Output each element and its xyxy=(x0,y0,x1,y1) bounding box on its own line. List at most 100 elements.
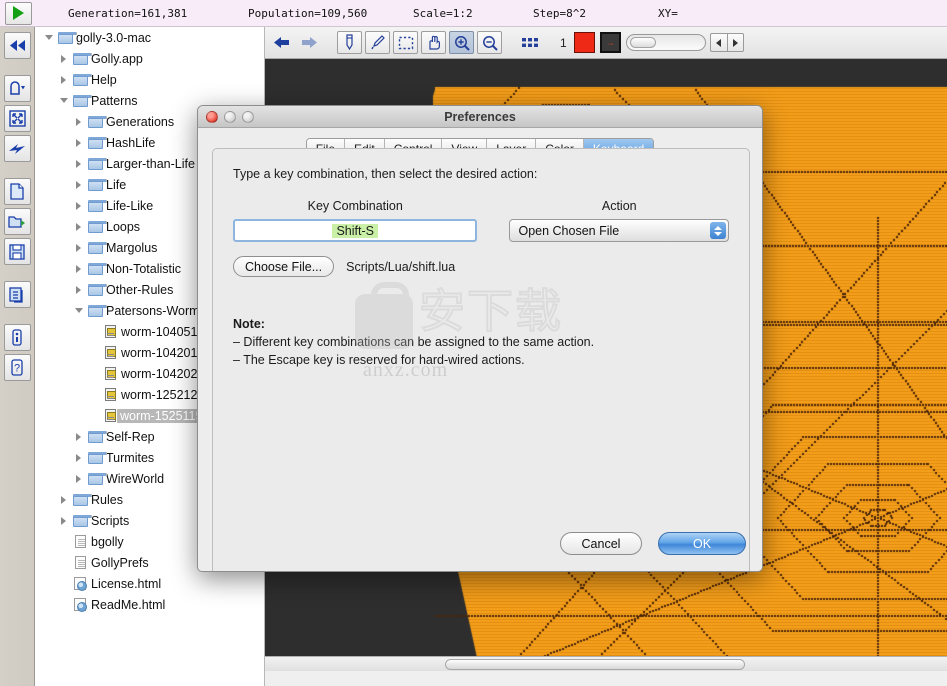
dialog-titlebar[interactable]: Preferences xyxy=(198,106,762,128)
disclosure-triangle-closed[interactable] xyxy=(57,54,70,63)
disclosure-triangle-open[interactable] xyxy=(72,308,85,313)
tree-item-label: Life-Like xyxy=(106,198,154,213)
back-button[interactable] xyxy=(269,31,294,54)
play-button[interactable] xyxy=(5,1,32,25)
step-increase-button[interactable] xyxy=(726,33,744,52)
forward-button[interactable] xyxy=(297,31,322,54)
tree-item[interactable]: Golly.app xyxy=(35,48,264,69)
tree-item[interactable]: ReadMe.html xyxy=(35,594,264,615)
hand-pan-icon xyxy=(428,35,440,50)
step-decrease-button[interactable] xyxy=(709,33,727,52)
tree-item-icon xyxy=(55,31,77,44)
tree-item-icon xyxy=(85,178,107,191)
note-line-2: – The Escape key is reserved for hard-wi… xyxy=(233,353,525,367)
status-fields: Generation=161,381 Population=109,560 Sc… xyxy=(68,7,748,20)
zoom-in-button[interactable] xyxy=(449,31,474,54)
show-patterns-button[interactable] xyxy=(3,281,31,308)
rule-file-icon xyxy=(104,346,116,359)
save-pattern-button[interactable] xyxy=(3,238,31,265)
pick-tool-button[interactable] xyxy=(365,31,390,54)
key-combination-input[interactable]: Shift-S xyxy=(233,219,478,242)
tree-item[interactable]: golly-3.0-mac xyxy=(35,27,264,48)
tree-item[interactable]: Help xyxy=(35,69,264,90)
action-select[interactable]: Open Chosen File xyxy=(509,219,729,242)
svg-text:?: ? xyxy=(14,363,20,375)
ok-button[interactable]: OK xyxy=(658,532,746,555)
disclosure-triangle-closed[interactable] xyxy=(72,474,85,483)
folder-icon xyxy=(72,514,92,527)
folder-icon xyxy=(87,241,107,254)
disclosure-triangle-open[interactable] xyxy=(42,35,55,40)
select-tool-button[interactable] xyxy=(393,31,418,54)
disclosure-triangle-closed[interactable] xyxy=(72,264,85,273)
tree-item-label: ReadMe.html xyxy=(91,597,166,612)
tree-item-icon xyxy=(70,73,92,86)
stepper-updown-icon[interactable] xyxy=(710,222,726,239)
cancel-button[interactable]: Cancel xyxy=(560,532,642,555)
disclosure-triangle-closed[interactable] xyxy=(72,201,85,210)
scrollbar-thumb[interactable] xyxy=(445,659,745,670)
preferences-dialog: Preferences FileEditControlViewLayerColo… xyxy=(197,105,763,572)
disclosure-triangle-closed[interactable] xyxy=(72,222,85,231)
tree-item-label: Golly.app xyxy=(91,51,143,66)
slider-knob[interactable] xyxy=(629,37,656,48)
folder-icon xyxy=(87,157,107,170)
tree-item-label: WireWorld xyxy=(106,471,165,486)
disclosure-triangle-closed[interactable] xyxy=(57,495,70,504)
tree-item-label: Generations xyxy=(106,114,175,129)
tree-item-label: Loops xyxy=(106,219,141,234)
choose-file-button[interactable]: Choose File... xyxy=(233,256,335,277)
tree-item-label: HashLife xyxy=(106,135,156,150)
disclosure-triangle-closed[interactable] xyxy=(72,285,85,294)
info-button[interactable] xyxy=(3,324,31,351)
folder-icon xyxy=(72,73,92,86)
fit-icon xyxy=(8,110,26,127)
tree-item[interactable]: License.html xyxy=(35,573,264,594)
save-icon xyxy=(9,243,25,260)
primary-color-swatch[interactable] xyxy=(573,32,595,53)
new-file-icon xyxy=(10,183,24,200)
disclosure-triangle-closed[interactable] xyxy=(57,75,70,84)
folder-icon xyxy=(87,430,107,443)
fit-pattern-button[interactable] xyxy=(3,105,31,132)
disclosure-triangle-closed[interactable] xyxy=(72,159,85,168)
disclosure-triangle-closed[interactable] xyxy=(72,138,85,147)
disclosure-triangle-closed[interactable] xyxy=(72,432,85,441)
folder-icon xyxy=(87,199,107,212)
disclosure-triangle-open[interactable] xyxy=(57,98,70,103)
disclosure-triangle-closed[interactable] xyxy=(72,180,85,189)
folder-icon xyxy=(87,472,107,485)
tree-item-label: Larger-than-Life xyxy=(106,156,195,171)
secondary-color-swatch[interactable] xyxy=(599,32,621,53)
hyperspeed-button[interactable] xyxy=(3,135,31,162)
speed-slider[interactable] xyxy=(625,34,706,51)
help-button[interactable]: ? xyxy=(3,354,31,381)
tree-item-icon xyxy=(100,346,120,359)
open-pattern-button[interactable] xyxy=(3,208,31,235)
grid-toggle-button[interactable] xyxy=(517,31,542,54)
tree-item-icon xyxy=(85,199,107,212)
new-pattern-button[interactable] xyxy=(3,178,31,205)
draw-tool-button[interactable] xyxy=(337,31,362,54)
status-xy: XY= xyxy=(658,6,678,20)
disclosure-triangle-closed[interactable] xyxy=(57,516,70,525)
tree-item-label: golly-3.0-mac xyxy=(76,30,152,45)
folder-icon xyxy=(72,493,92,506)
copy-icon xyxy=(9,286,23,303)
tree-item-label: bgolly xyxy=(91,534,124,549)
note-line-1: – Different key combinations can be assi… xyxy=(233,335,595,349)
open-folder-icon xyxy=(8,216,25,228)
home-button[interactable] xyxy=(3,75,31,102)
tree-item-icon xyxy=(70,514,92,527)
disclosure-triangle-closed[interactable] xyxy=(72,117,85,126)
tree-item-icon xyxy=(85,472,107,485)
horizontal-scrollbar[interactable] xyxy=(265,656,947,671)
disclosure-triangle-closed[interactable] xyxy=(72,243,85,252)
rewind-button[interactable] xyxy=(3,32,31,59)
disclosure-triangle-closed[interactable] xyxy=(72,453,85,462)
tree-item-label: Other-Rules xyxy=(106,282,174,297)
pan-tool-button[interactable] xyxy=(421,31,446,54)
tree-item-label: Help xyxy=(91,72,117,87)
folder-icon xyxy=(87,220,107,233)
zoom-out-button[interactable] xyxy=(477,31,502,54)
